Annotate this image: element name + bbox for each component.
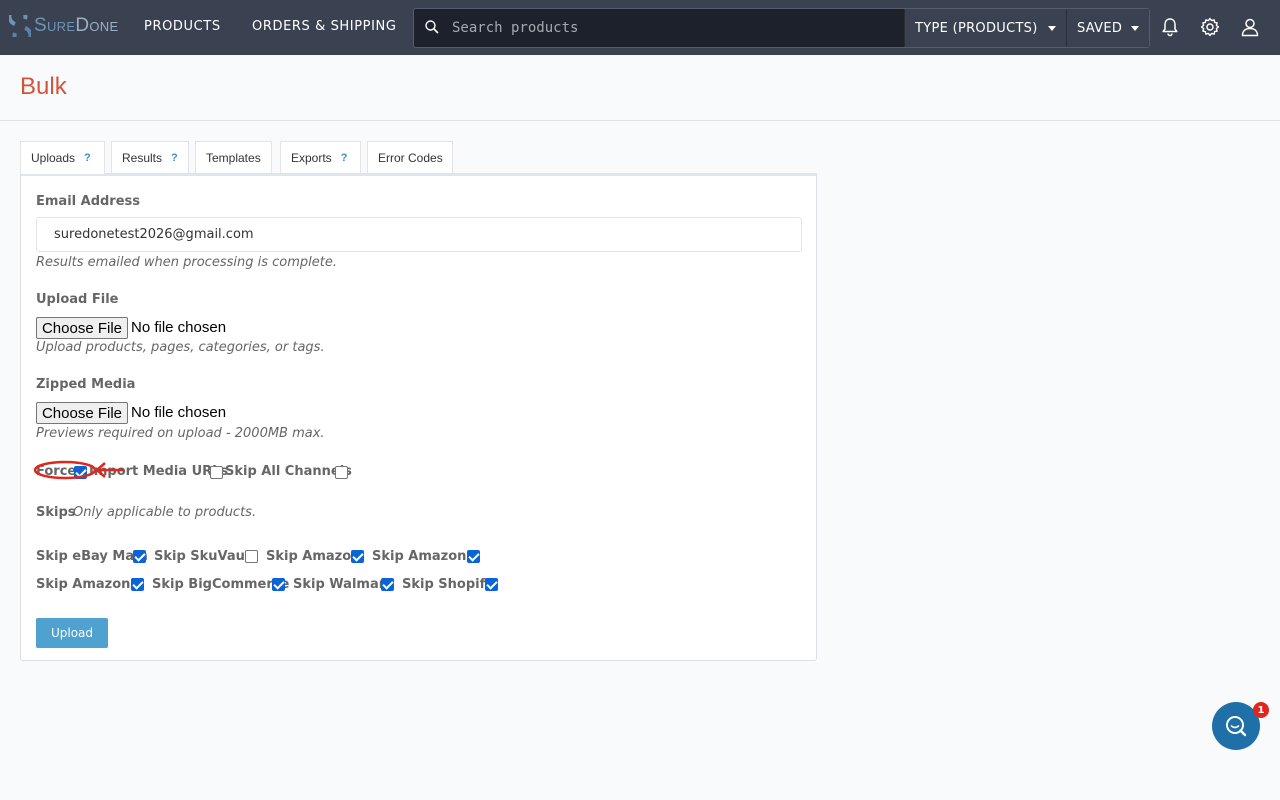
skip-all-channels-checkbox[interactable] <box>335 466 348 479</box>
tab-label: Results <box>122 150 163 165</box>
skips-label: Skips <box>36 505 76 520</box>
help-icon[interactable]: ? <box>84 152 91 164</box>
tab-results[interactable]: Results ? <box>111 141 189 173</box>
skip-ebay-main-label: Skip eBay Main <box>36 549 148 564</box>
type-products-dropdown[interactable]: TYPE (PRODUCTS) <box>904 9 1066 47</box>
top-navbar: SureDone PRODUCTS ORDERS & SHIPPING TYPE… <box>0 0 1280 55</box>
page-header: Bulk <box>0 55 1280 121</box>
chevron-down-icon <box>1131 26 1139 31</box>
skip-shopify-checkbox[interactable] <box>485 578 498 591</box>
gear-icon[interactable] <box>1200 17 1220 37</box>
tab-label: Error Codes <box>378 150 443 165</box>
skip-all-channels-label: Skip All Channels <box>225 464 352 479</box>
help-icon[interactable]: ? <box>341 152 348 164</box>
import-media-urls-label: Import Media URLs <box>89 464 229 479</box>
force-label: Force <box>36 464 77 479</box>
search-icon <box>425 20 439 34</box>
zipped-media-label: Zipped Media <box>36 377 136 392</box>
logo-mark-icon <box>9 15 31 37</box>
skip-amazon-3-label: Skip Amazon 3 <box>36 577 144 592</box>
upload-form-panel: Email Address Results emailed when proce… <box>20 173 817 661</box>
zipped-media-status: No file chosen <box>131 404 227 421</box>
help-icon[interactable]: ? <box>171 152 178 164</box>
zipped-media-help-text: Previews required on upload - 2000MB max… <box>36 426 325 441</box>
skip-amazon-2-label: Skip Amazon 2 <box>372 549 480 564</box>
upload-file-label: Upload File <box>36 292 119 307</box>
skip-bigcommerce-checkbox[interactable] <box>272 578 285 591</box>
upload-button[interactable]: Upload <box>36 618 108 648</box>
search-bar: TYPE (PRODUCTS) SAVED <box>413 8 1150 48</box>
type-dropdown-label: TYPE (PRODUCTS) <box>915 20 1038 36</box>
bell-icon[interactable] <box>1160 17 1180 37</box>
suredone-logo[interactable]: SureDone <box>9 13 118 39</box>
chat-icon <box>1226 716 1247 737</box>
skip-walmart-label: Skip Walmart <box>293 577 392 592</box>
saved-dropdown-label: SAVED <box>1077 20 1123 36</box>
tab-error-codes[interactable]: Error Codes <box>367 141 453 173</box>
skip-shopify-label: Skip Shopify <box>402 577 494 592</box>
tab-templates[interactable]: Templates <box>195 141 272 173</box>
skip-walmart-checkbox[interactable] <box>381 578 394 591</box>
saved-dropdown[interactable]: SAVED <box>1066 9 1149 47</box>
tab-uploads[interactable]: Uploads ? <box>20 141 105 174</box>
zipped-media-choose-button[interactable]: Choose File <box>36 402 128 424</box>
skip-skuvault-checkbox[interactable] <box>245 550 258 563</box>
import-media-urls-checkbox[interactable] <box>210 466 223 479</box>
tab-exports[interactable]: Exports ? <box>280 141 361 173</box>
nav-products[interactable]: PRODUCTS <box>144 19 221 34</box>
tab-label: Templates <box>206 150 261 165</box>
email-help-text: Results emailed when processing is compl… <box>36 255 337 270</box>
logo-text: SureDone <box>34 15 119 36</box>
skip-ebay-main-checkbox[interactable] <box>133 550 146 563</box>
upload-file-help-text: Upload products, pages, categories, or t… <box>36 340 325 355</box>
skips-help-text: Only applicable to products. <box>73 505 257 520</box>
skip-amazon-2-checkbox[interactable] <box>467 550 480 563</box>
upload-file-status: No file chosen <box>131 319 227 336</box>
force-checkbox[interactable] <box>74 466 87 479</box>
page-title: Bulk <box>20 73 67 100</box>
skip-bigcommerce-label: Skip BigCommerce <box>152 577 290 592</box>
skip-skuvault-label: Skip SkuVault <box>154 549 256 564</box>
skip-amazon-3-checkbox[interactable] <box>131 578 144 591</box>
email-label: Email Address <box>36 194 141 209</box>
user-icon[interactable] <box>1240 17 1260 37</box>
tab-label: Uploads <box>31 151 76 165</box>
skip-amazon-checkbox[interactable] <box>351 550 364 563</box>
skip-amazon-label: Skip Amazon <box>266 549 361 564</box>
email-field[interactable] <box>36 217 802 252</box>
search-input[interactable] <box>452 16 902 40</box>
chat-notification-badge: 1 <box>1253 702 1269 718</box>
upload-file-choose-button[interactable]: Choose File <box>36 317 128 339</box>
tab-label: Exports <box>291 150 332 165</box>
chevron-down-icon <box>1048 26 1056 31</box>
nav-orders-shipping[interactable]: ORDERS & SHIPPING <box>252 19 397 34</box>
